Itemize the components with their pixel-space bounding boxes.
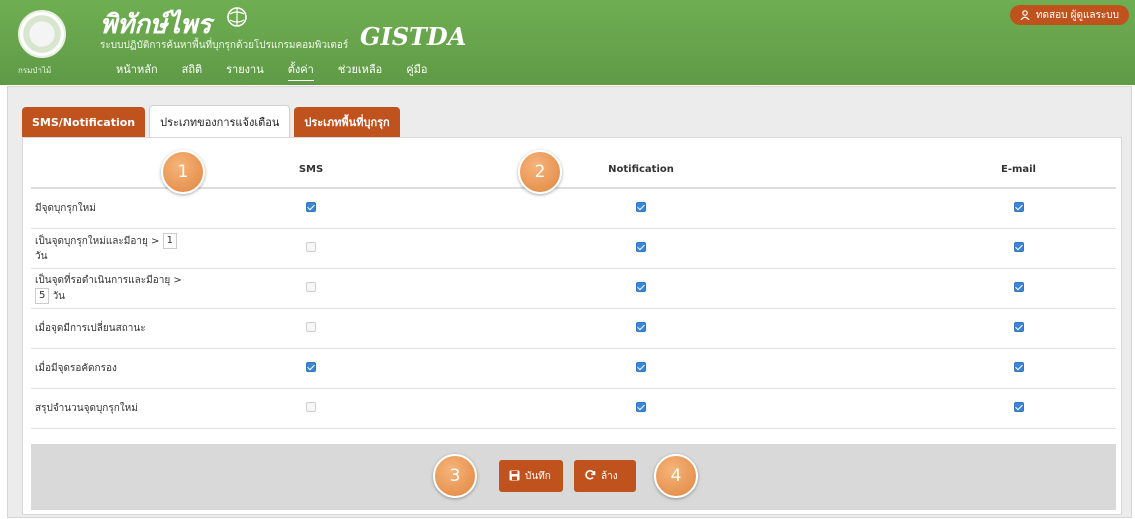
pending-days-input[interactable]: 5 xyxy=(35,287,50,304)
row-label: เป็นจุดที่รอดำเนินการและมีอายุ > 5 วัน xyxy=(31,268,261,309)
nav-home[interactable]: หน้าหลัก xyxy=(116,60,158,81)
sms-checkbox[interactable] xyxy=(306,401,316,412)
email-checkbox[interactable] xyxy=(1013,401,1024,412)
clear-button[interactable]: ล้าง xyxy=(574,460,636,492)
user-icon xyxy=(1020,10,1030,21)
sms-checkbox[interactable] xyxy=(306,281,316,292)
notification-checkbox[interactable] xyxy=(636,241,646,252)
email-checkbox[interactable] xyxy=(1013,281,1024,292)
user-name: ทดสอบ ผู้ดูแลระบบ xyxy=(1035,9,1119,21)
row-label: สรุปจำนวนจุดบุกรุกใหม่ xyxy=(31,388,261,429)
email-checkbox[interactable] xyxy=(1013,361,1024,372)
alert-settings-table: SMS Notification E-mail มีจุดบุกรุกใหม่ … xyxy=(31,152,1116,429)
table-row: เป็นจุดบุกรุกใหม่และมีอายุ > 1 วัน xyxy=(31,228,1116,269)
email-checkbox[interactable] xyxy=(1013,321,1024,332)
app-header: กรมป่าไม้ พิทักษ์ไพร ระบบปฏิบัติการค้นหา… xyxy=(0,0,1135,85)
save-button-label: บันทึก xyxy=(525,470,551,482)
main-nav: หน้าหลัก สถิติ รายงาน ตั้งค่า ช่วยเหลือ … xyxy=(116,60,427,81)
brand-subtitle: ระบบปฏิบัติการค้นหาพื้นที่บุกรุกด้วยโปรแ… xyxy=(100,40,349,51)
age-days-input[interactable]: 1 xyxy=(162,232,177,249)
table-row: เมื่อมีจุดรอคัดกรอง xyxy=(31,348,1116,389)
table-row: เมื่อจุดมีการเปลี่ยนสถานะ xyxy=(31,308,1116,349)
user-menu[interactable]: ทดสอบ ผู้ดูแลระบบ xyxy=(1009,5,1129,25)
gistda-logo: GISTDA xyxy=(360,22,467,51)
notification-checkbox[interactable] xyxy=(636,321,646,332)
column-header-notification: Notification xyxy=(361,152,921,189)
column-header-email: E-mail xyxy=(921,152,1116,189)
refresh-icon xyxy=(584,469,596,484)
column-header-sms: SMS xyxy=(261,152,361,189)
row-label-unit: วัน xyxy=(35,250,48,262)
email-checkbox[interactable] xyxy=(1013,201,1024,212)
tab-encroachment-types[interactable]: ประเภทพื้นที่บุกรุก xyxy=(294,107,400,137)
tab-sms-notification[interactable]: SMS/Notification xyxy=(22,107,146,137)
save-button[interactable]: บันทึก xyxy=(499,460,563,492)
nav-help[interactable]: ช่วยเหลือ xyxy=(338,60,382,81)
notification-checkbox[interactable] xyxy=(636,361,646,372)
settings-panel: SMS/Notification ประเภทของการแจ้งเตือน ป… xyxy=(7,86,1132,518)
row-label: เมื่อมีจุดรอคัดกรอง xyxy=(31,348,261,389)
globe-logo-icon xyxy=(226,6,250,34)
row-label-text: เป็นจุดบุกรุกใหม่และมีอายุ > xyxy=(35,235,160,247)
table-row: มีจุดบุกรุกใหม่ xyxy=(31,188,1116,229)
nav-manual[interactable]: คู่มือ xyxy=(406,60,427,81)
sms-checkbox[interactable] xyxy=(306,241,316,252)
settings-tabs: SMS/Notification ประเภทของการแจ้งเตือน ป… xyxy=(22,105,400,137)
royal-forest-department-seal-icon xyxy=(18,10,66,58)
callout-marker-2: 2 xyxy=(518,150,562,194)
callout-marker-4: 4 xyxy=(654,454,698,498)
row-label: เป็นจุดบุกรุกใหม่และมีอายุ > 1 วัน xyxy=(31,228,261,269)
sms-checkbox[interactable] xyxy=(306,361,316,372)
sms-checkbox[interactable] xyxy=(306,321,316,332)
sms-checkbox[interactable] xyxy=(306,201,316,212)
row-label: มีจุดบุกรุกใหม่ xyxy=(31,188,261,229)
action-bar: บันทึก ล้าง xyxy=(31,444,1116,510)
email-checkbox[interactable] xyxy=(1013,241,1024,252)
nav-statistics[interactable]: สถิติ xyxy=(182,60,203,81)
row-label-text: เป็นจุดที่รอดำเนินการและมีอายุ > xyxy=(35,274,182,286)
clear-button-label: ล้าง xyxy=(601,470,618,482)
notification-checkbox[interactable] xyxy=(636,401,646,412)
alert-types-card: SMS Notification E-mail มีจุดบุกรุกใหม่ … xyxy=(22,137,1122,515)
notification-checkbox[interactable] xyxy=(636,201,646,212)
callout-marker-3: 3 xyxy=(433,454,477,498)
column-header-label xyxy=(31,152,261,189)
row-label: เมื่อจุดมีการเปลี่ยนสถานะ xyxy=(31,308,261,349)
table-row: สรุปจำนวนจุดบุกรุกใหม่ xyxy=(31,388,1116,429)
table-row: เป็นจุดที่รอดำเนินการและมีอายุ > 5 วัน xyxy=(31,268,1116,309)
notification-checkbox[interactable] xyxy=(636,281,646,292)
callout-marker-1: 1 xyxy=(161,150,205,194)
seal-label: กรมป่าไม้ xyxy=(18,66,52,75)
floppy-icon xyxy=(509,469,520,484)
tab-alert-types[interactable]: ประเภทของการแจ้งเตือน xyxy=(149,105,291,137)
row-label-unit: วัน xyxy=(52,290,66,302)
nav-reports[interactable]: รายงาน xyxy=(226,60,264,81)
nav-settings[interactable]: ตั้งค่า xyxy=(287,60,314,81)
